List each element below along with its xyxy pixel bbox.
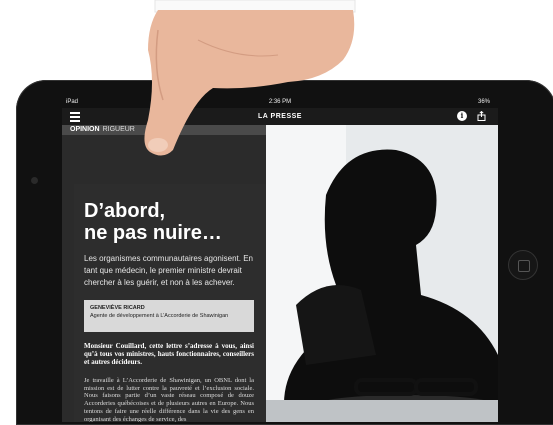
home-button[interactable] bbox=[508, 250, 538, 280]
battery-label: 36% bbox=[477, 99, 490, 105]
hand-image bbox=[144, 0, 356, 156]
article-photo bbox=[266, 125, 498, 422]
headline-line-1: D’abord, bbox=[84, 200, 166, 222]
distressed-person-illustration bbox=[266, 125, 498, 422]
author-box: GENEVIÈVE RICARD Agente de développement… bbox=[84, 300, 254, 332]
author-role: Agente de développement à L’Accorderie d… bbox=[90, 313, 229, 319]
article-headline: D’abord, ne pas nuire… bbox=[84, 200, 222, 244]
article-body: Je travaille à L’Accorderie de Shawiniga… bbox=[84, 377, 254, 422]
article-lede: Monsieur Couillard, cette lettre s’adres… bbox=[84, 342, 254, 366]
article-standfirst: Les organismes communautaires agonisent.… bbox=[84, 254, 253, 287]
author-name: GENEVIÈVE RICARD bbox=[90, 305, 145, 311]
share-icon[interactable] bbox=[477, 111, 486, 121]
headline-line-2: ne pas nuire… bbox=[84, 222, 222, 244]
info-icon[interactable]: i bbox=[457, 111, 467, 121]
article-panel: D’abord, ne pas nuire… Les organismes co… bbox=[74, 184, 266, 422]
section-name: OPINION bbox=[70, 126, 100, 133]
front-camera bbox=[31, 177, 38, 184]
